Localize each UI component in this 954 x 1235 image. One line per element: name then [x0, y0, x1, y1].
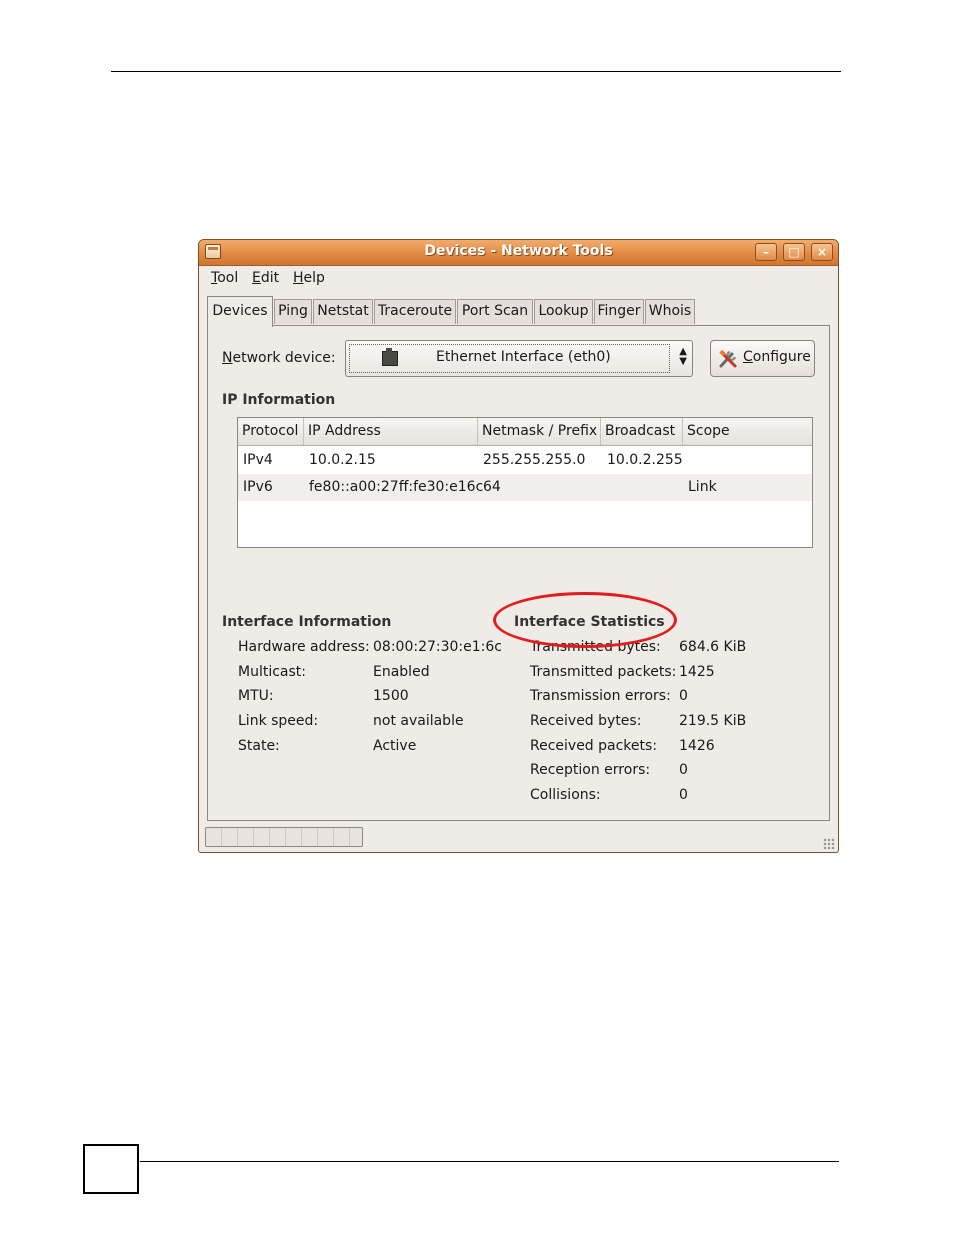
- network-tools-window: Devices - Network Tools – □ × Tool Edit …: [198, 239, 839, 853]
- title-bar[interactable]: Devices - Network Tools – □ ×: [199, 240, 838, 266]
- tab-whois[interactable]: Whois: [645, 299, 695, 324]
- tab-finger[interactable]: Finger: [594, 299, 644, 324]
- maximize-button[interactable]: □: [783, 243, 805, 261]
- ip-table-header: Protocol IP Address Netmask / Prefix Bro…: [238, 418, 812, 446]
- column-netmask[interactable]: Netmask / Prefix: [478, 418, 601, 445]
- link-speed-value: not available: [373, 713, 464, 729]
- hardware-address-label: Hardware address:: [238, 639, 370, 655]
- configure-button[interactable]: Configure: [710, 340, 815, 377]
- tab-traceroute[interactable]: Traceroute: [374, 299, 456, 324]
- link-speed-label: Link speed:: [238, 713, 319, 729]
- transmitted-bytes-value: 684.6 KiB: [679, 639, 747, 655]
- menu-bar: Tool Edit Help: [199, 266, 838, 292]
- state-value: Active: [373, 738, 417, 754]
- state-label: State:: [238, 738, 280, 754]
- transmission-errors-value: 0: [679, 688, 688, 704]
- received-packets-label: Received packets:: [530, 738, 658, 754]
- transmission-errors-label: Transmission errors:: [530, 688, 671, 704]
- page-number-box: [83, 1144, 139, 1194]
- column-broadcast[interactable]: Broadcast: [601, 418, 683, 445]
- network-device-label: Network device:: [222, 350, 336, 366]
- menu-tool[interactable]: Tool: [211, 270, 238, 286]
- table-row[interactable]: IPv4 10.0.2.15 255.255.255.0 10.0.2.255: [238, 447, 812, 474]
- highlight-circle: [493, 592, 677, 648]
- page-rule-bottom: [140, 1161, 839, 1162]
- received-bytes-value: 219.5 KiB: [679, 713, 747, 729]
- tab-port-scan[interactable]: Port Scan: [457, 299, 533, 324]
- received-packets-value: 1426: [679, 738, 715, 754]
- tab-netstat[interactable]: Netstat: [313, 299, 373, 324]
- updown-arrows-icon: ▲ ▼: [679, 346, 687, 367]
- mtu-label: MTU:: [238, 688, 274, 704]
- collisions-label: Collisions:: [530, 787, 601, 803]
- interface-information-title: Interface Information: [222, 614, 392, 630]
- reception-errors-value: 0: [679, 762, 688, 778]
- transmitted-packets-label: Transmitted packets:: [530, 664, 677, 680]
- minimize-button[interactable]: –: [755, 243, 777, 261]
- table-row[interactable]: IPv6 fe80::a00:27ff:fe30:e16c 64 Link: [238, 474, 812, 501]
- ethernet-icon: [382, 348, 398, 366]
- multicast-label: Multicast:: [238, 664, 306, 680]
- page-rule-top: [111, 71, 841, 72]
- tab-lookup[interactable]: Lookup: [534, 299, 593, 324]
- column-ip-address[interactable]: IP Address: [304, 418, 478, 445]
- menu-help[interactable]: Help: [293, 270, 325, 286]
- mtu-value: 1500: [373, 688, 409, 704]
- tools-icon: [719, 349, 737, 368]
- network-device-select[interactable]: Ethernet Interface (eth0) ▲ ▼: [345, 340, 693, 377]
- resize-grip-icon[interactable]: [823, 838, 835, 850]
- tab-ping[interactable]: Ping: [274, 299, 312, 324]
- received-bytes-label: Received bytes:: [530, 713, 642, 729]
- ip-information-title: IP Information: [222, 392, 336, 408]
- hardware-address-value: 08:00:27:30:e1:6c: [373, 639, 502, 655]
- window-title: Devices - Network Tools: [424, 243, 613, 259]
- transmitted-packets-value: 1425: [679, 664, 715, 680]
- ip-table[interactable]: Protocol IP Address Netmask / Prefix Bro…: [237, 417, 813, 548]
- tab-devices[interactable]: Devices: [207, 296, 273, 327]
- multicast-value: Enabled: [373, 664, 430, 680]
- progress-bar: [205, 827, 363, 847]
- column-scope[interactable]: Scope: [683, 418, 812, 445]
- menu-edit[interactable]: Edit: [252, 270, 279, 286]
- status-bar: [199, 824, 838, 852]
- network-device-value: Ethernet Interface (eth0): [436, 349, 611, 365]
- collisions-value: 0: [679, 787, 688, 803]
- close-button[interactable]: ×: [811, 243, 833, 261]
- reception-errors-label: Reception errors:: [530, 762, 651, 778]
- column-protocol[interactable]: Protocol: [238, 418, 304, 445]
